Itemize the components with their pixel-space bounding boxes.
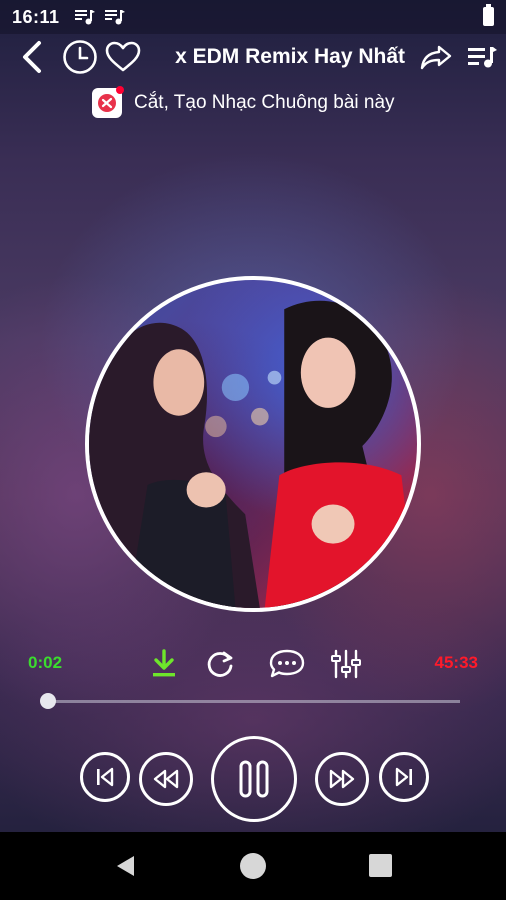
lyrics-button[interactable] <box>266 646 308 682</box>
back-button[interactable] <box>14 38 50 76</box>
seek-bar-thumb[interactable] <box>40 693 57 709</box>
repeat-button[interactable] <box>202 646 238 682</box>
playlist-icon <box>468 47 497 68</box>
song-title: x EDM Remix Hay Nhất <box>175 45 405 68</box>
pause-button[interactable] <box>211 736 297 822</box>
heart-icon <box>105 41 141 72</box>
skip-previous-icon <box>97 767 114 787</box>
top-bar: x EDM Remix Hay Nhất <box>0 34 506 80</box>
nav-back-icon[interactable] <box>114 854 138 878</box>
fast-forward-button[interactable] <box>315 752 369 806</box>
equalizer-icon <box>331 649 361 679</box>
rewind-icon <box>153 769 179 789</box>
system-nav-bar <box>0 832 506 900</box>
favorite-button[interactable] <box>104 38 142 76</box>
ringtone-link[interactable]: Cắt, Tạo Nhạc Chuông bài này <box>92 86 395 120</box>
skip-next-icon <box>395 767 412 787</box>
history-button[interactable] <box>62 38 98 76</box>
nav-recents-icon[interactable] <box>369 854 392 877</box>
repeat-icon <box>207 651 233 677</box>
music-note-icon <box>74 8 96 26</box>
status-time: 16:11 <box>12 6 60 27</box>
skip-next-button[interactable] <box>379 752 429 802</box>
fast-forward-icon <box>329 769 355 789</box>
total-time: 45:33 <box>434 653 478 672</box>
seek-bar[interactable] <box>40 693 460 709</box>
current-time: 0:02 <box>28 653 63 672</box>
ringtone-label: Cắt, Tạo Nhạc Chuông bài này <box>134 92 395 113</box>
download-icon <box>153 649 175 677</box>
download-button[interactable] <box>146 646 182 682</box>
share-button[interactable] <box>418 40 454 74</box>
battery-icon <box>483 4 494 26</box>
lyrics-chat-icon <box>269 649 305 678</box>
rewind-button[interactable] <box>139 752 193 806</box>
album-art <box>85 276 421 612</box>
song-title-marquee: x EDM Remix Hay Nhất <box>150 42 405 72</box>
status-bar: 16:11 <box>0 0 506 34</box>
share-icon <box>420 45 452 70</box>
pause-icon <box>239 760 269 798</box>
nav-home-icon[interactable] <box>240 853 266 879</box>
music-note-icon <box>104 8 126 26</box>
skip-previous-button[interactable] <box>80 752 130 802</box>
playlist-button[interactable] <box>464 40 500 74</box>
equalizer-button[interactable] <box>328 646 364 682</box>
ringtone-scissors-icon <box>92 86 124 118</box>
back-arrow-icon <box>23 41 41 73</box>
clock-icon <box>63 40 97 74</box>
